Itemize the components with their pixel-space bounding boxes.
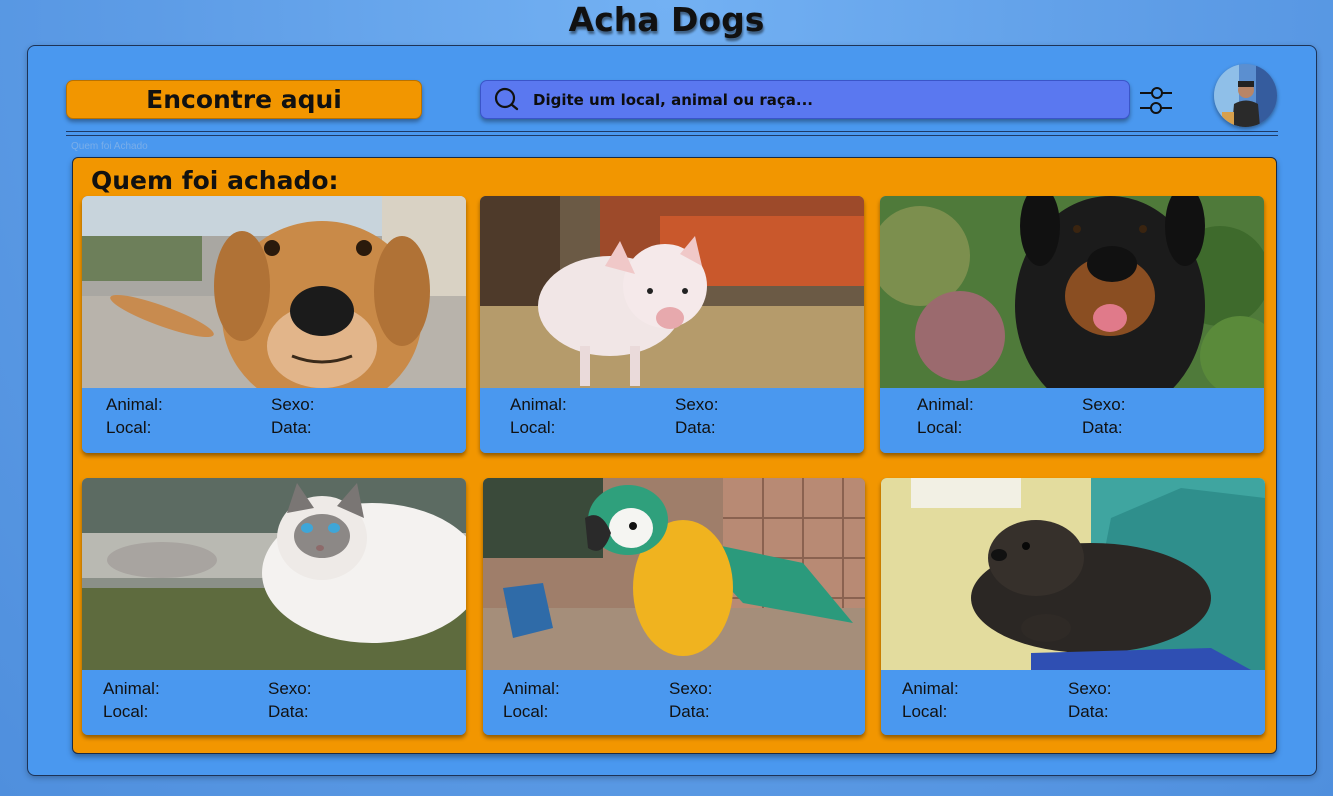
animal-card-dog[interactable]: Animal: Sexo: Local: Data: [82, 196, 466, 453]
header-divider-2 [66, 135, 1278, 136]
animal-label: Animal: [503, 679, 560, 698]
data-label: Data: [271, 418, 312, 437]
app-title: Acha Dogs [568, 0, 765, 39]
rottweiler-photo [880, 196, 1264, 388]
pig-photo [480, 196, 864, 388]
card-info: Animal: Sexo: Local: Data: [82, 388, 466, 453]
user-avatar[interactable] [1214, 64, 1277, 127]
otter-photo [881, 478, 1265, 670]
data-label: Data: [1082, 418, 1123, 437]
animal-card-otter[interactable]: Animal: Sexo: Local: Data: [881, 478, 1265, 735]
sexo-label: Sexo: [1068, 679, 1112, 698]
search-input[interactable] [531, 80, 1129, 119]
animal-card-rottweiler[interactable]: Animal: Sexo: Local: Data: [880, 196, 1264, 453]
local-label: Local: [510, 418, 556, 437]
animal-label: Animal: [902, 679, 959, 698]
sexo-label: Sexo: [669, 679, 713, 698]
animal-card-cat[interactable]: Animal: Sexo: Local: Data: [82, 478, 466, 735]
sliders-icon[interactable] [1138, 84, 1174, 118]
data-label: Data: [675, 418, 716, 437]
sexo-label: Sexo: [675, 395, 719, 414]
animal-label: Animal: [510, 395, 567, 414]
local-label: Local: [106, 418, 152, 437]
local-label: Local: [902, 702, 948, 721]
card-info: Animal: Sexo: Local: Data: [82, 670, 466, 735]
local-label: Local: [503, 702, 549, 721]
search-icon[interactable] [491, 85, 521, 115]
data-label: Data: [1068, 702, 1109, 721]
breadcrumb[interactable]: Quem foi Achado [71, 141, 148, 152]
find-here-button[interactable]: Encontre aqui [66, 80, 422, 119]
local-label: Local: [917, 418, 963, 437]
animal-card-macaw[interactable]: Animal: Sexo: Local: Data: [483, 478, 865, 735]
search-bar[interactable] [480, 80, 1130, 119]
header-divider [66, 131, 1278, 132]
card-info: Animal: Sexo: Local: Data: [483, 670, 865, 735]
cat-photo [82, 478, 466, 670]
data-label: Data: [268, 702, 309, 721]
sexo-label: Sexo: [1082, 395, 1126, 414]
animal-label: Animal: [917, 395, 974, 414]
animal-label: Animal: [103, 679, 160, 698]
dog-photo [82, 196, 466, 388]
sexo-label: Sexo: [271, 395, 315, 414]
local-label: Local: [103, 702, 149, 721]
data-label: Data: [669, 702, 710, 721]
card-info: Animal: Sexo: Local: Data: [880, 388, 1264, 453]
card-info: Animal: Sexo: Local: Data: [480, 388, 864, 453]
animal-card-pig[interactable]: Animal: Sexo: Local: Data: [480, 196, 864, 453]
panel-title: Quem foi achado: [91, 166, 339, 195]
sexo-label: Sexo: [268, 679, 312, 698]
animal-label: Animal: [106, 395, 163, 414]
card-info: Animal: Sexo: Local: Data: [881, 670, 1265, 735]
macaw-photo [483, 478, 865, 670]
